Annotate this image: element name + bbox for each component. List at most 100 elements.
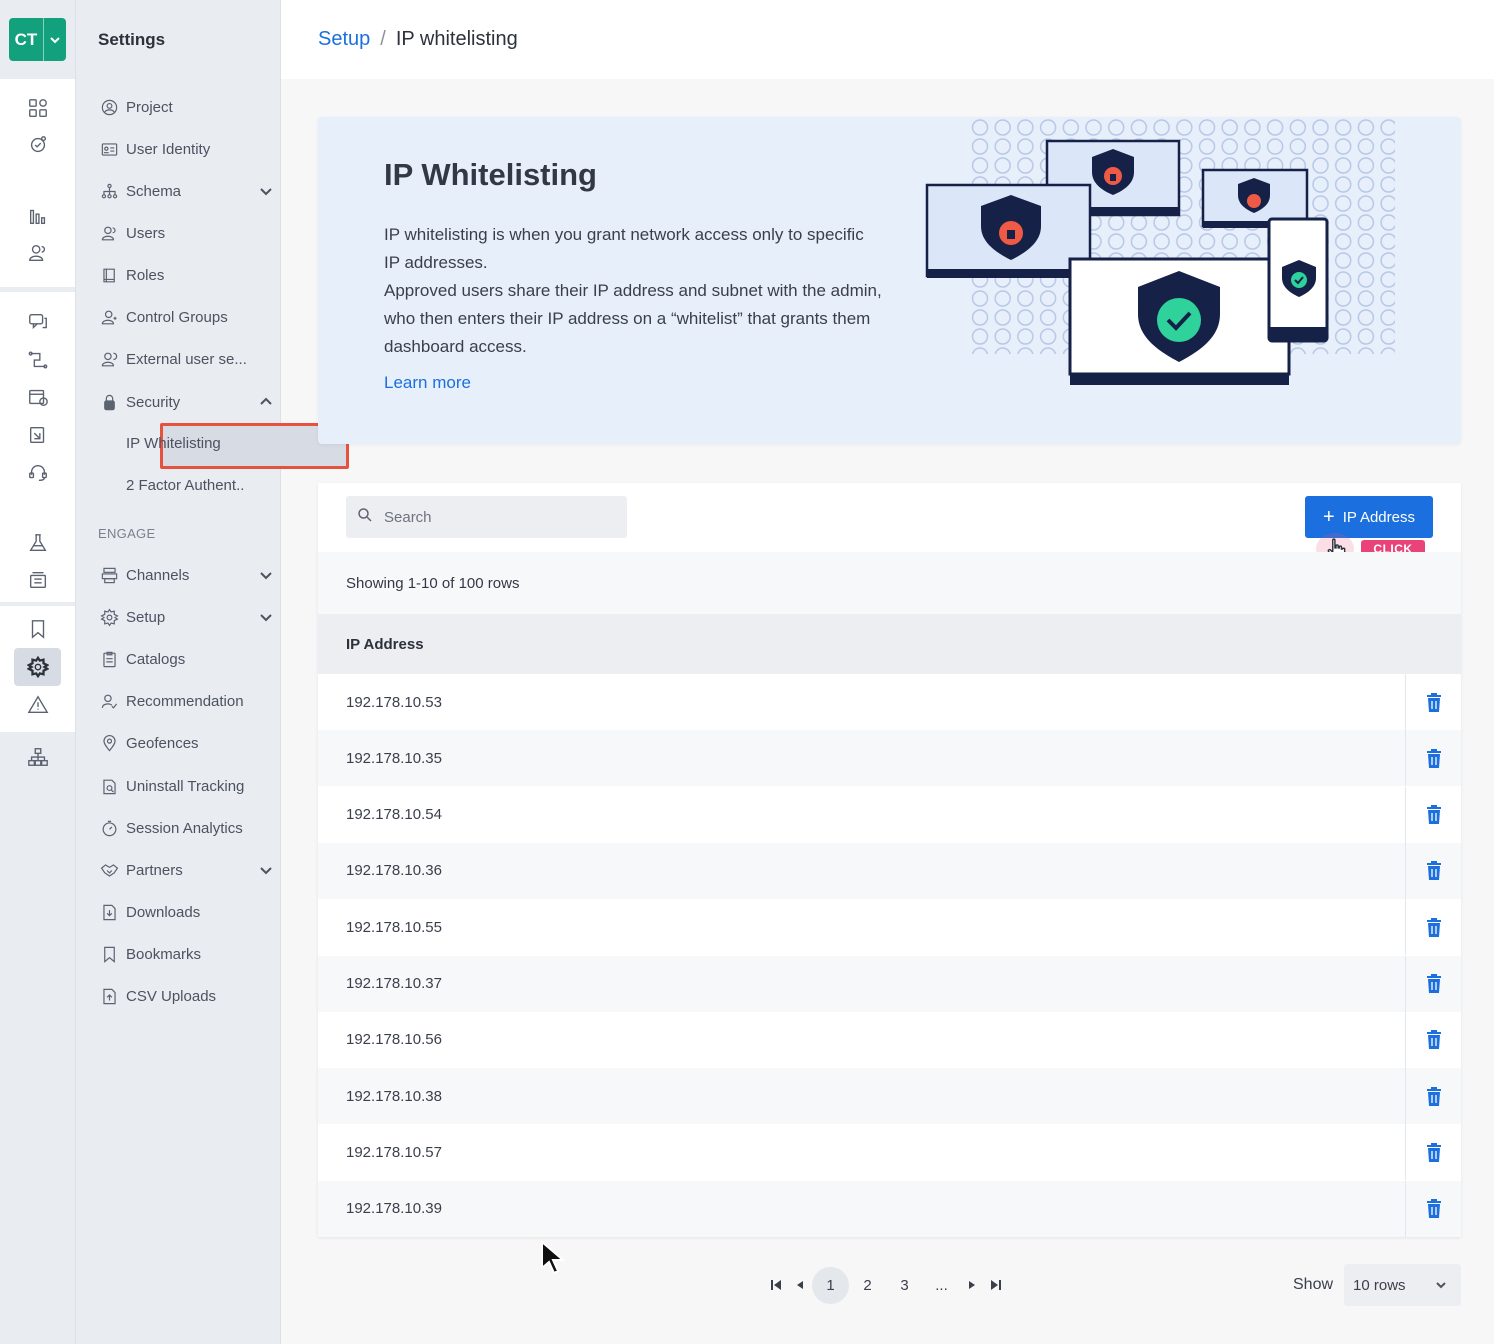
- ip-table-card: + IP Address CLICK Showing 1-10 of 100 r…: [318, 483, 1461, 1237]
- page-2[interactable]: 2: [849, 1267, 886, 1304]
- sidebar-item-downloads[interactable]: Downloads: [98, 897, 274, 927]
- settings-icon[interactable]: [24, 653, 52, 681]
- delete-button[interactable]: [1405, 1124, 1461, 1181]
- table-row[interactable]: 192.178.10.57: [318, 1124, 1461, 1181]
- user-circle-icon: [98, 96, 120, 118]
- catalog-rail-icon[interactable]: [24, 566, 52, 594]
- hierarchy-icon: [98, 180, 120, 202]
- delete-button[interactable]: [1405, 786, 1461, 843]
- alert-icon[interactable]: [24, 691, 52, 719]
- push-icon[interactable]: [24, 421, 52, 449]
- sidebar-item-geofences[interactable]: Geofences: [98, 728, 274, 758]
- org-hierarchy-icon[interactable]: [24, 743, 52, 771]
- prev-page-icon[interactable]: [788, 1267, 812, 1304]
- table-row[interactable]: 192.178.10.36: [318, 842, 1461, 899]
- project-switcher[interactable]: CT: [9, 18, 66, 61]
- sidebar-item-label: Partners: [126, 861, 183, 879]
- add-ip-address-button[interactable]: + IP Address: [1305, 496, 1433, 538]
- uninstall-icon: [98, 775, 120, 797]
- icon-rail: CT: [0, 0, 76, 1344]
- segments-icon[interactable]: [24, 239, 52, 267]
- table-row[interactable]: 192.178.10.35: [318, 730, 1461, 787]
- delete-button[interactable]: [1405, 955, 1461, 1012]
- campaigns-icon[interactable]: [24, 308, 52, 336]
- security-illustration: [925, 118, 1395, 385]
- sidebar-item-session-analytics[interactable]: Session Analytics: [98, 813, 274, 843]
- sidebar-item-user-identity[interactable]: User Identity: [98, 134, 274, 164]
- delete-button[interactable]: [1405, 1180, 1461, 1237]
- analytics-icon[interactable]: [24, 202, 52, 230]
- bookmark-rail-icon[interactable]: [24, 615, 52, 643]
- sidebar-item-users[interactable]: Users: [98, 218, 274, 248]
- search-input[interactable]: [384, 508, 614, 526]
- sidebar-item-label: Security: [126, 393, 181, 411]
- sidebar-item-project[interactable]: Project: [98, 92, 274, 122]
- show-label: Show: [1293, 1276, 1334, 1293]
- trash-icon: [1426, 805, 1441, 825]
- next-page-icon[interactable]: [960, 1267, 984, 1304]
- trash-icon: [1426, 861, 1441, 881]
- sidebar-item-external-user[interactable]: External user se...: [98, 344, 274, 374]
- schedule-icon[interactable]: [24, 383, 52, 411]
- sidebar-item-bookmarks[interactable]: Bookmarks: [98, 939, 274, 969]
- breadcrumb-separator: /: [380, 28, 386, 50]
- sidebar-item-catalogs[interactable]: Catalogs: [98, 644, 274, 674]
- column-header-ip-address[interactable]: IP Address: [318, 614, 1461, 674]
- delete-button[interactable]: [1405, 1068, 1461, 1125]
- first-page-icon[interactable]: [764, 1267, 788, 1304]
- delete-button[interactable]: [1405, 674, 1461, 730]
- learn-more-link[interactable]: Learn more: [384, 373, 471, 393]
- table-row[interactable]: 192.178.10.54: [318, 786, 1461, 843]
- sidebar-item-control-groups[interactable]: Control Groups: [98, 302, 274, 332]
- sidebar-subitem-ip-whitelisting[interactable]: IP Whitelisting: [126, 435, 221, 452]
- search-box[interactable]: [346, 496, 627, 538]
- last-page-icon[interactable]: [984, 1267, 1008, 1304]
- banner-title: IP Whitelisting: [384, 157, 597, 192]
- sidebar-item-csv-uploads[interactable]: CSV Uploads: [98, 981, 274, 1011]
- rows-per-page-select[interactable]: 10 rows: [1344, 1264, 1461, 1306]
- delete-button[interactable]: [1405, 842, 1461, 899]
- breadcrumb-current: IP whitelisting: [395, 28, 518, 50]
- book-icon: [98, 264, 120, 286]
- table-row[interactable]: 192.178.10.55: [318, 899, 1461, 956]
- journeys-icon[interactable]: [24, 346, 52, 374]
- dashboard-icon[interactable]: [24, 94, 52, 122]
- table-row[interactable]: 192.178.10.37: [318, 955, 1461, 1012]
- sidebar-item-partners[interactable]: Partners: [98, 855, 274, 885]
- sidebar-item-setup[interactable]: Setup: [98, 602, 274, 632]
- trash-icon: [1426, 917, 1441, 937]
- chevron-up-icon: [258, 394, 274, 410]
- delete-button[interactable]: [1405, 1011, 1461, 1068]
- trash-icon: [1426, 1030, 1441, 1050]
- sidebar-item-channels[interactable]: Channels: [98, 560, 274, 590]
- upload-file-icon: [98, 985, 120, 1007]
- page-3[interactable]: 3: [886, 1267, 923, 1304]
- sidebar-item-schema[interactable]: Schema: [98, 176, 274, 206]
- delete-button[interactable]: [1405, 899, 1461, 956]
- sidebar-item-roles[interactable]: Roles: [98, 260, 274, 290]
- sidebar-item-recommendation[interactable]: Recommendation: [98, 686, 274, 716]
- sidebar-item-label: Schema: [126, 182, 182, 200]
- table-row[interactable]: 192.178.10.39: [318, 1180, 1461, 1237]
- breadcrumb-link-setup[interactable]: Setup: [318, 28, 370, 51]
- table-row[interactable]: 192.178.10.53: [318, 674, 1461, 730]
- delete-button[interactable]: [1405, 730, 1461, 787]
- sidebar-item-label: Recommendation: [126, 692, 244, 710]
- table-row[interactable]: 192.178.10.56: [318, 1011, 1461, 1068]
- banner-description: IP whitelisting is when you grant networ…: [384, 221, 884, 361]
- experiments-icon[interactable]: [24, 529, 52, 557]
- sidebar-item-uninstall-tracking[interactable]: Uninstall Tracking: [98, 771, 274, 801]
- integration-icon[interactable]: [24, 131, 52, 159]
- page-1[interactable]: 1: [812, 1266, 849, 1304]
- support-icon[interactable]: [24, 459, 52, 487]
- chevron-down-icon: [258, 183, 274, 199]
- sidebar-title: Settings: [98, 30, 166, 49]
- sidebar-subitem-2fa[interactable]: 2 Factor Authent..: [126, 477, 244, 494]
- ip-address-cell: 192.178.10.57: [346, 1143, 442, 1161]
- table-row[interactable]: 192.178.10.38: [318, 1068, 1461, 1125]
- sidebar-item-label: Uninstall Tracking: [126, 777, 245, 795]
- handshake-icon: [98, 859, 120, 881]
- sidebar-item-security[interactable]: Security: [98, 387, 274, 417]
- chevron-down-icon: [258, 609, 274, 625]
- ip-address-cell: 192.178.10.56: [346, 1031, 442, 1049]
